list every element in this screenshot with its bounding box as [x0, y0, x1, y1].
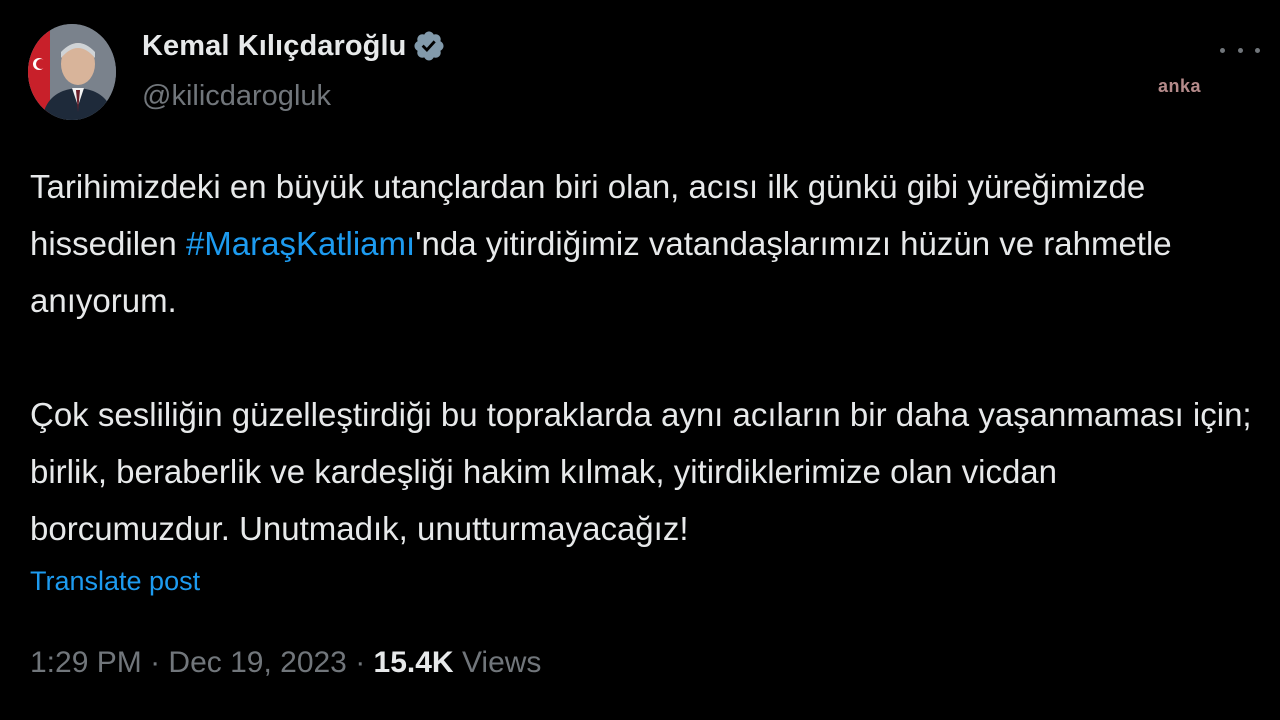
dot [1237, 47, 1243, 53]
translate-post-link[interactable]: Translate post [30, 566, 200, 597]
tweet-paragraph-1: Tarihimizdeki en büyük utançlardan biri … [30, 158, 1260, 329]
watermark-logo: anka [1158, 76, 1202, 96]
hashtag-link[interactable]: #MaraşKatliamı [186, 225, 415, 262]
avatar[interactable] [28, 24, 116, 120]
views-label: Views [453, 646, 542, 679]
verified-badge-icon[interactable] [412, 29, 446, 63]
tweet-paragraph-2: Çok sesliliğin güzelleştirdiği bu toprak… [30, 396, 1252, 547]
tweet-card: Kemal Kılıçdaroğlu @kilicdarogluk anka T… [0, 0, 1280, 720]
meta-separator: · [141, 646, 169, 679]
dot [1220, 47, 1225, 53]
tweet-date[interactable]: Dec 19, 2023 [168, 646, 346, 680]
views-count[interactable]: 15.4K [374, 646, 454, 680]
tweet-text: Tarihimizdeki en büyük utançlardan biri … [30, 158, 1260, 557]
dot [1255, 47, 1260, 53]
tweet-meta: 1:29 PM · Dec 19, 2023 · 15.4K Views [30, 646, 541, 680]
author-handle[interactable]: @kilicdarogluk [142, 80, 446, 113]
author-name[interactable]: Kemal Kılıçdaroğlu [142, 30, 406, 63]
meta-separator: · [346, 646, 374, 679]
tweet-time[interactable]: 1:29 PM [30, 646, 142, 680]
more-options-icon[interactable] [1220, 40, 1260, 60]
author-name-row: Kemal Kılıçdaroğlu [142, 26, 446, 66]
author-block: Kemal Kılıçdaroğlu @kilicdarogluk [142, 26, 446, 113]
